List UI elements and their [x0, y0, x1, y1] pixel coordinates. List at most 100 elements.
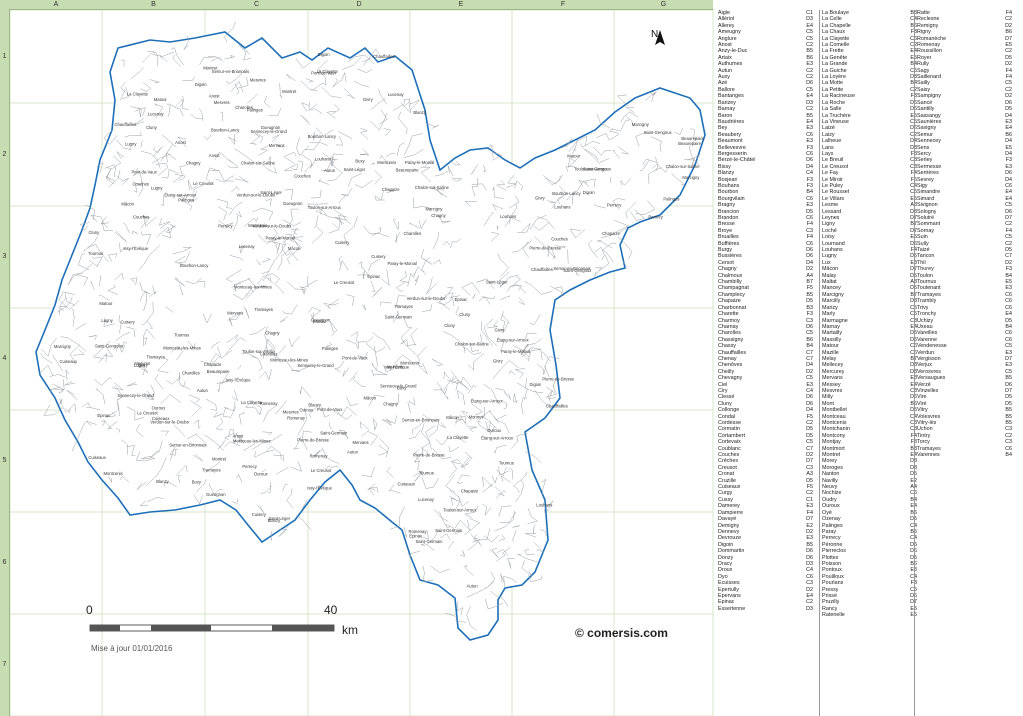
commune-label: La Clayette: [447, 435, 469, 440]
commune-label: Lucenay: [418, 497, 435, 502]
commune-label: Matour: [154, 97, 168, 102]
index-grid-ref: D3: [806, 605, 813, 612]
commune-label: Montret: [469, 415, 484, 420]
commune-label: Marcigny: [54, 344, 72, 349]
commune-label: Chalon-sur-Saône: [241, 161, 276, 166]
commune-label: Mesvres: [283, 409, 299, 414]
commune-label: Romenay: [287, 416, 306, 421]
commune-label: Verdun-sur-le-Doubs: [253, 223, 292, 228]
commune-label: Lugny: [125, 141, 137, 146]
commune-label: Givry: [363, 97, 374, 102]
commune-label: Paray-le-Monial: [405, 160, 434, 165]
commune-label: La Clayette: [127, 92, 149, 97]
commune-label: Bourbon-Lancy: [308, 134, 337, 139]
commune-label: Charolles: [260, 352, 278, 357]
commune-label: Semur-en-Brionnais: [169, 442, 206, 447]
commune-label: Montret: [282, 89, 297, 94]
commune-label: Montret: [212, 456, 227, 461]
commune-label: Gueugnon: [283, 201, 303, 206]
commune-label: Tramayes: [394, 304, 412, 309]
commune-label: Digoin: [318, 52, 331, 57]
index-entry: Varennes B4: [917, 452, 1012, 458]
commune-label: Blanzy: [156, 479, 169, 484]
commune-label: Saint-Léger: [268, 516, 290, 521]
commune-label: Palinges: [663, 197, 679, 202]
commune-label: Tramayes: [255, 307, 273, 312]
commune-label: Cuisery: [252, 512, 267, 517]
commune-label: Lugny: [151, 185, 163, 190]
commune-label: Mâcon: [446, 415, 459, 420]
column-label: F: [560, 1, 566, 8]
row-label: 6: [2, 559, 7, 566]
commune-label: Pont-de-Vaux: [311, 71, 337, 76]
index-grid-ref: B4: [1005, 452, 1012, 459]
row-ruler: [0, 9, 10, 716]
commune-label: Anost: [175, 140, 187, 145]
commune-label: Étang-sur-Arroux: [164, 192, 197, 197]
commune-label: Tramayes: [147, 355, 165, 360]
index-commune-name: Essertenne: [718, 605, 746, 612]
commune-label: Perrecy: [218, 224, 233, 229]
commune-label: Romenay: [409, 529, 428, 534]
commune-label: Sennecey-le-Grand: [117, 393, 154, 398]
commune-label: Digoin: [583, 190, 596, 195]
commune-label: Cuiseaux: [152, 416, 170, 421]
commune-label: Perrecy: [648, 214, 663, 219]
commune-label: Étang-sur-Arroux: [497, 338, 530, 343]
commune-label: Mâcon: [364, 396, 377, 401]
commune-label: Étang-sur-Arroux: [471, 399, 504, 404]
commune-label: Mâcon: [121, 202, 134, 207]
commune-label: Chalon-sur-Saône: [415, 185, 450, 190]
commune-label: Louhans: [315, 157, 331, 162]
commune-label: Matour: [99, 301, 113, 306]
commune-label: Perrecy: [242, 464, 257, 469]
commune-label: Matour: [567, 154, 581, 159]
index-commune-name: Ratenelle: [822, 612, 845, 619]
commune-label: Ouroux: [299, 407, 314, 412]
column-label: G: [660, 1, 667, 8]
commune-label: Beaurepaire: [681, 136, 704, 141]
commune-label: Marcigny: [632, 122, 650, 127]
commune-label: Montceau-les-Mines: [270, 357, 308, 362]
index-commune-name: Varennes: [917, 452, 940, 459]
commune-label: Cuisery: [335, 240, 350, 245]
commune-label: Pierre-de-Bresse: [297, 438, 329, 443]
commune-label: Ouroux: [487, 428, 502, 433]
commune-label: Mervans: [353, 440, 369, 445]
scale-start-label: 0: [86, 603, 93, 617]
commune-label: Cluny: [89, 230, 101, 235]
commune-index: Aigle C1 Allériot D3 Allerey E4 Ameugny C5 Anglu…: [718, 10, 1023, 716]
commune-label: Lugny: [101, 318, 113, 323]
row-label: 5: [2, 457, 7, 464]
commune-label: Anost: [209, 94, 221, 99]
column-label: E: [458, 1, 464, 8]
commune-label: Digoin: [530, 382, 543, 387]
commune-label: Pont-de-Vaux: [317, 407, 343, 412]
commune-label: Couches: [294, 173, 311, 178]
commune-label: Mesvres: [214, 100, 230, 105]
commune-label: Chauffailles: [546, 404, 568, 409]
commune-label: Beaurepaire: [396, 168, 419, 173]
commune-label: Saint-Gengoux: [563, 268, 592, 273]
commune-label: Cluny: [444, 323, 456, 328]
commune-label: Bourbon-Lancy: [180, 263, 209, 268]
commune-label: Chagny: [431, 213, 446, 218]
column-label: B: [151, 1, 156, 8]
commune-label: Chapaize: [382, 187, 400, 192]
commune-label: Chalon-sur-Saône: [666, 164, 701, 169]
index-entry: Essertenne D3: [718, 606, 813, 612]
row-label: 3: [2, 253, 7, 260]
commune-label: Saint-Gengoux: [95, 344, 124, 349]
commune-label: Buxy: [192, 480, 202, 485]
commune-label: Louhans: [536, 503, 552, 508]
commune-label: Digoin: [195, 82, 208, 87]
row-label: 7: [2, 661, 7, 668]
commune-label: Saint-Gengoux: [644, 130, 673, 135]
commune-label: Pierre-de-Bresse: [413, 453, 445, 458]
commune-label: Cuisery: [371, 254, 386, 259]
commune-label: Tournus: [419, 471, 434, 476]
commune-label: Givry: [535, 195, 546, 200]
commune-label: Charolles: [235, 105, 253, 110]
commune-label: Verdun-sur-le-Doubs: [407, 296, 446, 301]
commune-label: Tournus: [499, 460, 514, 465]
